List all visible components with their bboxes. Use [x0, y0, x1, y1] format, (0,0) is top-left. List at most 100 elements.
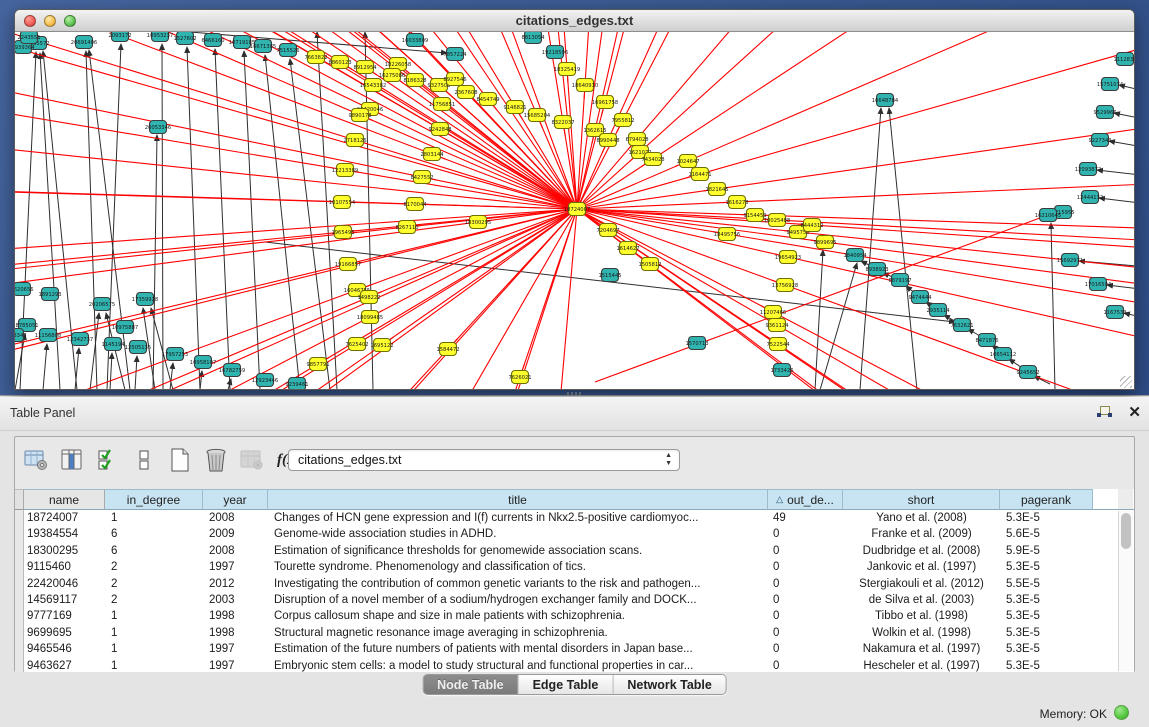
graph-node[interactable]: 15692971	[1057, 254, 1083, 267]
table-cell[interactable]: Wolkin et al. (1998)	[843, 625, 1000, 641]
network-canvas[interactable]: 1405572193936422435512069140620931721095…	[15, 32, 1134, 390]
graph-node[interactable]: 1616278	[725, 196, 748, 209]
table-cell[interactable]: Estimation of significance thresholds fo…	[268, 543, 768, 559]
table-cell[interactable]: 2008	[203, 510, 268, 526]
window-resize-grip[interactable]	[1120, 376, 1132, 388]
panel-divider-handle[interactable]	[567, 392, 581, 396]
table-cell[interactable]: Tourette syndrome. Phenomenology and cla…	[268, 559, 768, 575]
table-cell[interactable]: 5.6E-5	[1000, 526, 1093, 542]
table-cell[interactable]: 2012	[203, 576, 268, 592]
graph-node[interactable]: 9146821	[503, 101, 526, 114]
selected-edge[interactable]	[577, 32, 1134, 209]
graph-node[interactable]: 2935114	[926, 304, 950, 317]
graph-node[interactable]: 7626021	[508, 371, 531, 384]
graph-node[interactable]: 8267110	[395, 221, 418, 234]
graph-node[interactable]: 7955812	[611, 114, 634, 127]
graph-node[interactable]: 7434028	[641, 153, 664, 166]
selected-edge[interactable]	[577, 209, 1134, 390]
table-cell[interactable]: 5.3E-5	[1000, 510, 1093, 526]
selected-edge[interactable]	[577, 32, 1134, 209]
graph-node[interactable]: 9227343	[1088, 134, 1111, 147]
graph-node[interactable]: 15685204	[524, 109, 551, 122]
graph-node[interactable]: 12923446	[252, 374, 278, 387]
citation-edge[interactable]	[162, 44, 163, 390]
graph-node[interactable]: 9154459	[743, 209, 766, 222]
table-cell[interactable]: 49	[768, 510, 843, 526]
citation-edge[interactable]	[820, 263, 857, 390]
select-columns-icon[interactable]	[93, 445, 123, 475]
citation-edge[interactable]	[187, 47, 200, 390]
node-table[interactable]: namein_degreeyeartitle△out_de...shortpag…	[15, 489, 1134, 672]
graph-node[interactable]: 19654923	[775, 251, 801, 264]
graph-node[interactable]: 10975887	[112, 321, 138, 334]
graph-node[interactable]: 1570713	[685, 337, 708, 350]
graph-node[interactable]: 8938923	[865, 263, 888, 276]
graph-node[interactable]: 7522544	[766, 338, 790, 351]
table-cell[interactable]: Changes of HCN gene expression and I(f) …	[268, 510, 768, 526]
citation-edge[interactable]	[1119, 85, 1134, 92]
delete-table-icon[interactable]	[201, 445, 231, 475]
graph-node[interactable]: 1695122	[370, 339, 393, 352]
selected-edge[interactable]	[577, 209, 1134, 390]
table-cell[interactable]: 5.3E-5	[1000, 559, 1093, 575]
selected-edge[interactable]	[577, 32, 1134, 209]
graph-node[interactable]: 16671385	[250, 40, 276, 53]
table-cell[interactable]: Stergiakouli et al. (2012)	[843, 576, 1000, 592]
table-row[interactable]: 946554611997Estimation of the future num…	[15, 641, 1134, 657]
window-titlebar[interactable]: citations_edges.txt	[15, 10, 1134, 32]
graph-node[interactable]: 2367608	[454, 86, 477, 99]
graph-node[interactable]: 8444312	[800, 219, 823, 232]
table-cell[interactable]: 18300295	[24, 543, 105, 559]
table-cell[interactable]: 22420046	[24, 576, 105, 592]
table-cell[interactable]: 6	[105, 543, 203, 559]
table-cell[interactable]: 0	[768, 592, 843, 608]
citation-edge[interactable]	[290, 59, 330, 390]
selected-edge[interactable]	[577, 209, 1134, 390]
graph-node[interactable]: 9361124	[765, 319, 789, 332]
graph-node[interactable]: 7663822	[304, 51, 327, 64]
table-cell[interactable]: 2	[105, 559, 203, 575]
table-cell[interactable]: 1998	[203, 625, 268, 641]
table-cell[interactable]: 9115460	[24, 559, 105, 575]
graph-node[interactable]: 2718126	[343, 134, 366, 147]
graph-node[interactable]: 16782759	[219, 364, 245, 377]
graph-node[interactable]: 1891293	[38, 288, 61, 301]
table-row[interactable]: 969969511998Structural magnetic resonanc…	[15, 625, 1134, 641]
graph-node[interactable]: 1840954	[843, 249, 867, 262]
column-header-short[interactable]: short	[843, 489, 1000, 510]
table-cell[interactable]: Structural magnetic resonance image aver…	[268, 625, 768, 641]
graph-node[interactable]: 2803144	[420, 148, 444, 161]
graph-node[interactable]: 8927546	[443, 73, 466, 86]
column-header-pagerank[interactable]: pagerank	[1000, 489, 1093, 510]
table-cell[interactable]: 0	[768, 543, 843, 559]
graph-node[interactable]: 7857224	[443, 48, 467, 61]
graph-node[interactable]: 1498222	[357, 291, 380, 304]
table-settings-icon[interactable]	[21, 445, 51, 475]
memory-status-led[interactable]	[1114, 705, 1129, 720]
selected-edge[interactable]	[577, 209, 1134, 390]
table-cell[interactable]: 5.3E-5	[1000, 641, 1093, 657]
graph-node[interactable]: 16033809	[402, 34, 428, 47]
table-cell[interactable]: 2	[105, 592, 203, 608]
graph-node[interactable]: 10953237	[147, 32, 173, 42]
selected-edge[interactable]	[577, 32, 1134, 209]
selected-edge[interactable]	[577, 209, 1134, 390]
selected-edge[interactable]	[577, 32, 1134, 209]
citation-edge[interactable]	[244, 51, 260, 390]
graph-node[interactable]: 1584472	[436, 343, 459, 356]
table-cell[interactable]: 0	[768, 641, 843, 657]
citation-edge[interactable]	[75, 348, 79, 390]
table-cell[interactable]: Corpus callosum shape and size in male p…	[268, 608, 768, 624]
table-cell[interactable]: 0	[768, 658, 843, 672]
table-row[interactable]: 1938455462009Genome-wide association stu…	[15, 526, 1134, 542]
selected-edge[interactable]	[577, 209, 1134, 390]
table-cell[interactable]: de Silva et al. (2003)	[843, 592, 1000, 608]
table-cell[interactable]: Tibbo et al. (1998)	[843, 608, 1000, 624]
graph-node[interactable]: 12093872	[1075, 163, 1101, 176]
table-cell[interactable]: 5.3E-5	[1000, 592, 1093, 608]
table-cell[interactable]: 2008	[203, 543, 268, 559]
graph-node[interactable]: 2243551	[17, 32, 40, 44]
graph-node[interactable]: 20206575	[89, 298, 115, 311]
graph-node[interactable]: 18325419	[554, 63, 580, 76]
network-view-window[interactable]: citations_edges.txt 14055721939364224355…	[14, 9, 1135, 390]
